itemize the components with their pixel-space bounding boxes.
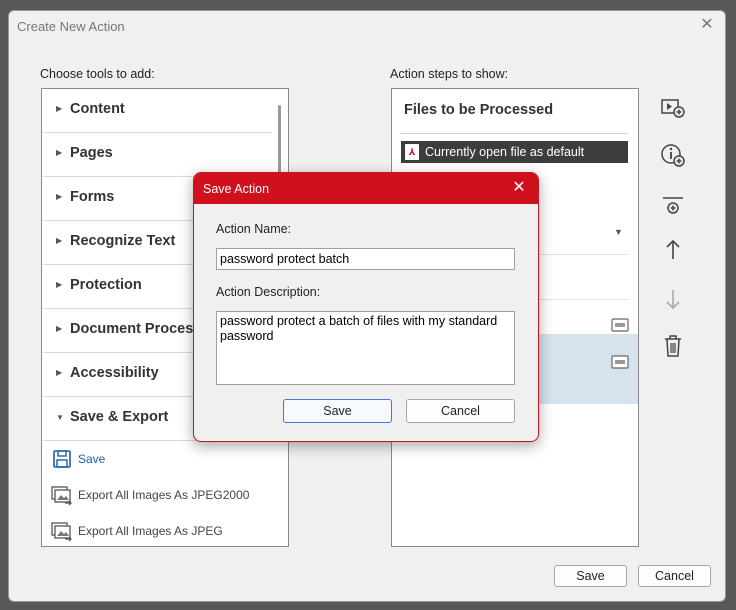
export-images-icon <box>51 520 73 542</box>
action-name-input[interactable] <box>216 248 515 270</box>
tools-heading: Choose tools to add: <box>40 67 155 81</box>
divider <box>400 133 628 134</box>
category-label: Content <box>70 101 125 117</box>
tool-item-export-jpeg[interactable]: Export All Images As JPEG <box>42 513 288 546</box>
chevron-right-icon: ▶ <box>56 280 63 289</box>
action-description-input[interactable]: password protect a batch of files with m… <box>216 311 515 385</box>
save-action-title-bar: Save Action ✕ <box>194 173 538 204</box>
move-down-icon[interactable] <box>658 284 688 314</box>
tool-item-save[interactable]: Save <box>42 441 288 477</box>
category-content[interactable]: ▶ Content <box>43 89 272 133</box>
chevron-right-icon: ▶ <box>56 148 63 157</box>
save-action-title: Save Action <box>203 182 270 196</box>
save-action-save-button[interactable]: Save <box>283 399 392 423</box>
tool-item-export-jpeg2000[interactable]: Export All Images As JPEG2000 <box>42 477 288 513</box>
chevron-right-icon: ▶ <box>56 236 63 245</box>
tool-item-label: Save <box>78 452 106 466</box>
category-label: Recognize Text <box>70 233 176 249</box>
chevron-right-icon: ▶ <box>56 368 63 377</box>
save-button[interactable]: Save <box>554 565 627 587</box>
action-description-label: Action Description: <box>216 285 321 299</box>
pdf-icon: ⅄ <box>405 144 419 160</box>
cancel-button[interactable]: Cancel <box>638 565 711 587</box>
dropdown-arrow-icon[interactable]: ▼ <box>614 227 623 237</box>
category-label: Save & Export <box>70 409 169 425</box>
chevron-right-icon: ▶ <box>56 324 63 333</box>
step-options-icon[interactable] <box>611 318 629 332</box>
chevron-down-icon: ▼ <box>56 413 64 422</box>
close-icon[interactable]: ✕ <box>508 177 530 199</box>
category-label: Protection <box>70 277 142 293</box>
chevron-right-icon: ▶ <box>56 192 63 201</box>
step-options-icon[interactable] <box>611 355 629 369</box>
save-icon <box>51 448 73 470</box>
add-panel-separator-icon[interactable] <box>658 191 688 221</box>
save-action-dialog: Save Action ✕ Action Name: Action Descri… <box>193 172 539 442</box>
category-label: Forms <box>70 189 115 205</box>
category-label: Pages <box>70 145 113 161</box>
category-pages[interactable]: ▶ Pages <box>43 133 272 177</box>
action-name-label: Action Name: <box>216 222 292 236</box>
title-bar: Create New Action ✕ <box>9 11 725 41</box>
steps-heading: Action steps to show: <box>390 67 509 81</box>
save-action-cancel-button[interactable]: Cancel <box>406 399 515 423</box>
tool-item-label: Export All Images As JPEG <box>78 524 223 538</box>
tool-item-label: Export All Images As JPEG2000 <box>78 488 250 502</box>
files-section-title: Files to be Processed <box>404 102 554 118</box>
delete-icon[interactable] <box>658 331 688 361</box>
add-step-icon[interactable] <box>658 93 688 123</box>
export-images-icon <box>51 484 73 506</box>
chevron-right-icon: ▶ <box>56 104 63 113</box>
file-source-item[interactable]: ⅄ Currently open file as default <box>401 141 628 163</box>
close-icon[interactable]: ✕ <box>697 15 717 35</box>
dialog-title: Create New Action <box>17 19 125 34</box>
move-up-icon[interactable] <box>658 235 688 265</box>
category-label: Accessibility <box>70 365 159 381</box>
file-source-label: Currently open file as default <box>425 145 585 159</box>
add-instruction-icon[interactable] <box>658 141 688 171</box>
